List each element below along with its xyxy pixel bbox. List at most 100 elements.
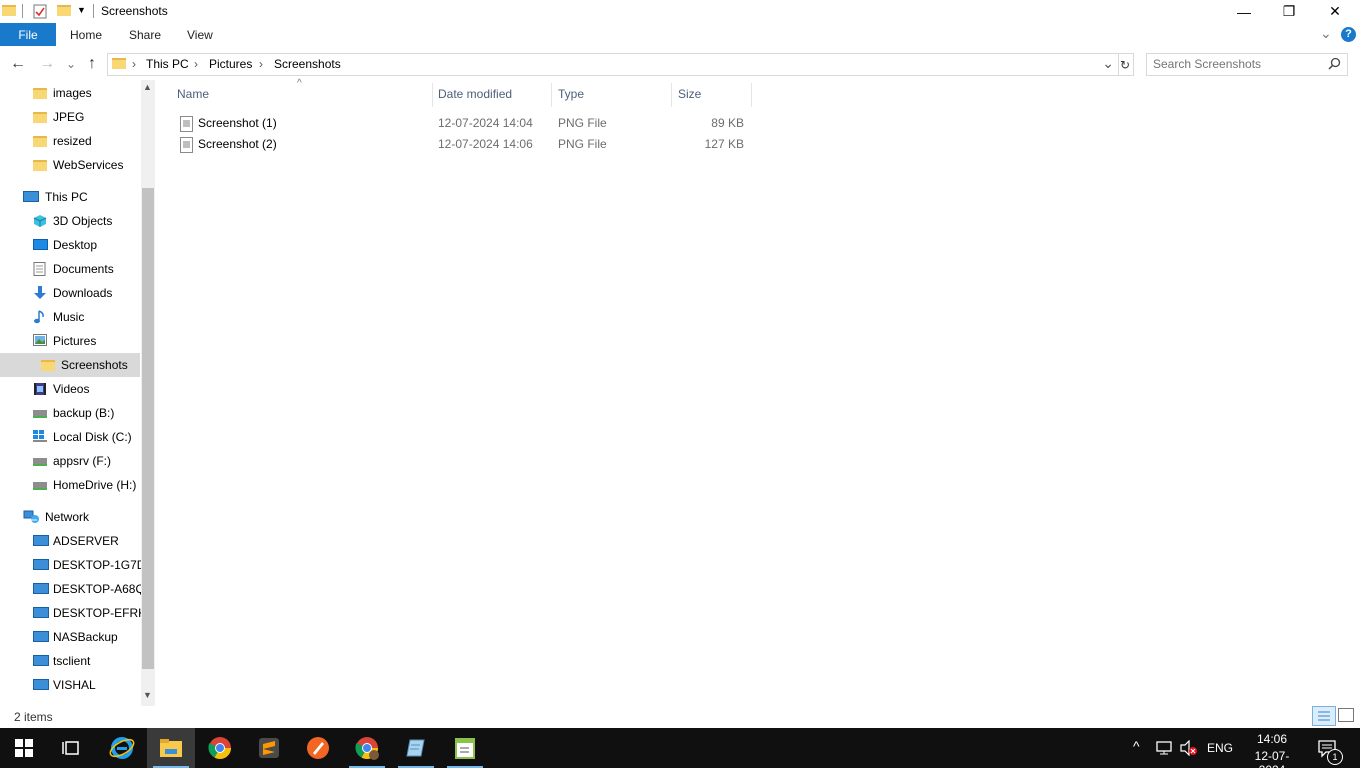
sidebar-item-vishal[interactable]: VISHAL [0,673,140,697]
sidebar-item-label: Screenshots [61,358,128,372]
notepad-icon[interactable] [392,728,440,768]
scroll-up-icon[interactable]: ▲ [143,82,152,92]
notepad-plus-icon[interactable] [441,728,489,768]
file-name: Screenshot (1) [198,116,277,130]
table-row[interactable]: Screenshot (1) 12-07-2024 14:04 PNG File… [176,113,752,134]
sidebar-item-label: ADSERVER [53,534,119,548]
forward-button[interactable]: → [38,55,56,73]
refresh-button[interactable]: ↻ [1117,53,1134,76]
sidebar-item-label: DESKTOP-A68QU [53,582,154,596]
breadcrumb-separator[interactable]: › [259,57,263,71]
chrome-profile-icon[interactable] [343,728,391,768]
chrome-icon[interactable] [196,728,244,768]
column-header-name[interactable]: Name [177,87,209,101]
sidebar-item-label: DESKTOP-1G7DI [53,558,149,572]
show-hidden-icons-button[interactable]: ^ [1133,738,1140,754]
sidebar-item-tsclient[interactable]: tsclient [0,649,140,673]
pictures-icon [33,334,47,348]
sidebar-item-nasbackup[interactable]: NASBackup [0,625,140,649]
sidebar-item-3d-objects[interactable]: 3D Objects [0,209,140,233]
folder-icon [33,110,47,124]
tab-home[interactable]: Home [70,28,102,42]
file-type: PNG File [558,116,607,130]
sidebar-item-label: VISHAL [53,678,96,692]
sidebar-item-screenshots[interactable]: Screenshots [0,353,140,377]
sidebar-item-appsrv-f[interactable]: appsrv (F:) [0,449,140,473]
sidebar-item-jpeg[interactable]: JPEG [0,105,140,129]
customize-quick-access-icon[interactable]: ▼ [77,5,86,15]
column-divider[interactable] [671,83,672,107]
close-button[interactable]: ✕ [1312,0,1358,23]
clock-date[interactable]: 12-07-2024 [1244,749,1300,777]
search-input[interactable] [1153,56,1323,71]
sidebar-item-homedrive-h[interactable]: HomeDrive (H:) [0,473,140,497]
address-dropdown-button[interactable]: ⌄ [1102,55,1114,72]
column-header-date[interactable]: Date modified [438,87,512,101]
sublime-text-icon[interactable] [245,728,293,768]
network-drive-icon [33,406,47,420]
column-divider[interactable] [432,83,433,107]
nav-scrollbar-thumb[interactable] [142,188,154,669]
navigation-pane[interactable]: images JPEG resized WebServices This PC 3D Ob… [0,80,156,706]
task-view-icon[interactable] [48,728,96,768]
internet-explorer-icon[interactable] [98,728,146,768]
search-box[interactable] [1146,53,1348,76]
input-language-indicator[interactable]: ENG [1207,741,1233,755]
new-folder-icon[interactable] [57,5,71,16]
column-divider[interactable] [751,83,752,107]
sidebar-item-pictures[interactable]: Pictures [0,329,140,353]
sidebar-item-backup-b[interactable]: backup (B:) [0,401,140,425]
file-explorer-icon[interactable] [147,728,195,768]
document-icon [33,262,47,276]
sidebar-item-this-pc[interactable]: This PC [0,185,140,209]
sidebar-item-label: JPEG [53,110,85,124]
large-icons-view-button[interactable] [1338,708,1354,722]
clock-time[interactable]: 14:06 [1244,732,1300,746]
network-status-icon[interactable] [1156,740,1174,759]
sidebar-item-desktop[interactable]: Desktop [0,233,140,257]
computer-icon [33,606,49,620]
sidebar-item-downloads[interactable]: Downloads [0,281,140,305]
minimize-button[interactable]: — [1221,0,1267,23]
tab-file[interactable]: File [0,23,56,46]
sidebar-item-documents[interactable]: Documents [0,257,140,281]
sidebar-item-resized[interactable]: resized [0,129,140,153]
sidebar-item-desktop-a68qu[interactable]: DESKTOP-A68QU [0,577,153,601]
properties-icon[interactable] [33,4,47,22]
volume-muted-icon[interactable] [1180,739,1198,759]
breadcrumb-separator[interactable]: › [132,57,136,71]
column-header-size[interactable]: Size [678,87,701,101]
download-icon [33,286,47,300]
sidebar-item-local-disk-c[interactable]: Local Disk (C:) [0,425,140,449]
tab-share[interactable]: Share [129,28,161,42]
details-view-button[interactable] [1312,706,1336,726]
back-button[interactable]: ← [9,55,27,73]
table-row[interactable]: Screenshot (2) 12-07-2024 14:06 PNG File… [176,134,752,155]
sidebar-item-adserver[interactable]: ADSERVER [0,529,140,553]
sidebar-item-music[interactable]: Music [0,305,140,329]
tab-view[interactable]: View [187,28,213,42]
search-icon[interactable] [1328,57,1341,73]
recent-locations-button[interactable]: ⌄ [62,55,80,73]
sidebar-item-webservices[interactable]: WebServices [0,153,140,177]
folder-icon [33,134,47,148]
help-icon[interactable]: ? [1341,27,1356,42]
sidebar-item-images[interactable]: images [0,81,140,105]
start-icon[interactable] [0,728,48,768]
breadcrumb-pictures[interactable]: Pictures [209,57,252,71]
scroll-down-icon[interactable]: ▼ [143,690,152,700]
sidebar-item-videos[interactable]: Videos [0,377,140,401]
breadcrumb-screenshots[interactable]: Screenshots [274,57,341,71]
up-button[interactable]: ↑ [83,55,101,73]
sidebar-item-desktop-efrku[interactable]: DESKTOP-EFRKU [0,601,155,625]
column-divider[interactable] [551,83,552,107]
sidebar-item-network[interactable]: Network [0,505,140,529]
pen-app-icon[interactable] [294,728,342,768]
column-header-type[interactable]: Type [558,87,584,101]
address-bar[interactable]: › This PC › Pictures › Screenshots ⌄ [107,53,1119,76]
restore-button[interactable]: ❐ [1266,0,1312,23]
breadcrumb-this-pc[interactable]: This PC [146,57,189,71]
sidebar-item-desktop-1g7di[interactable]: DESKTOP-1G7DI [0,553,149,577]
expand-ribbon-icon[interactable]: ⌄ [1320,25,1332,42]
breadcrumb-separator[interactable]: › [194,57,198,71]
